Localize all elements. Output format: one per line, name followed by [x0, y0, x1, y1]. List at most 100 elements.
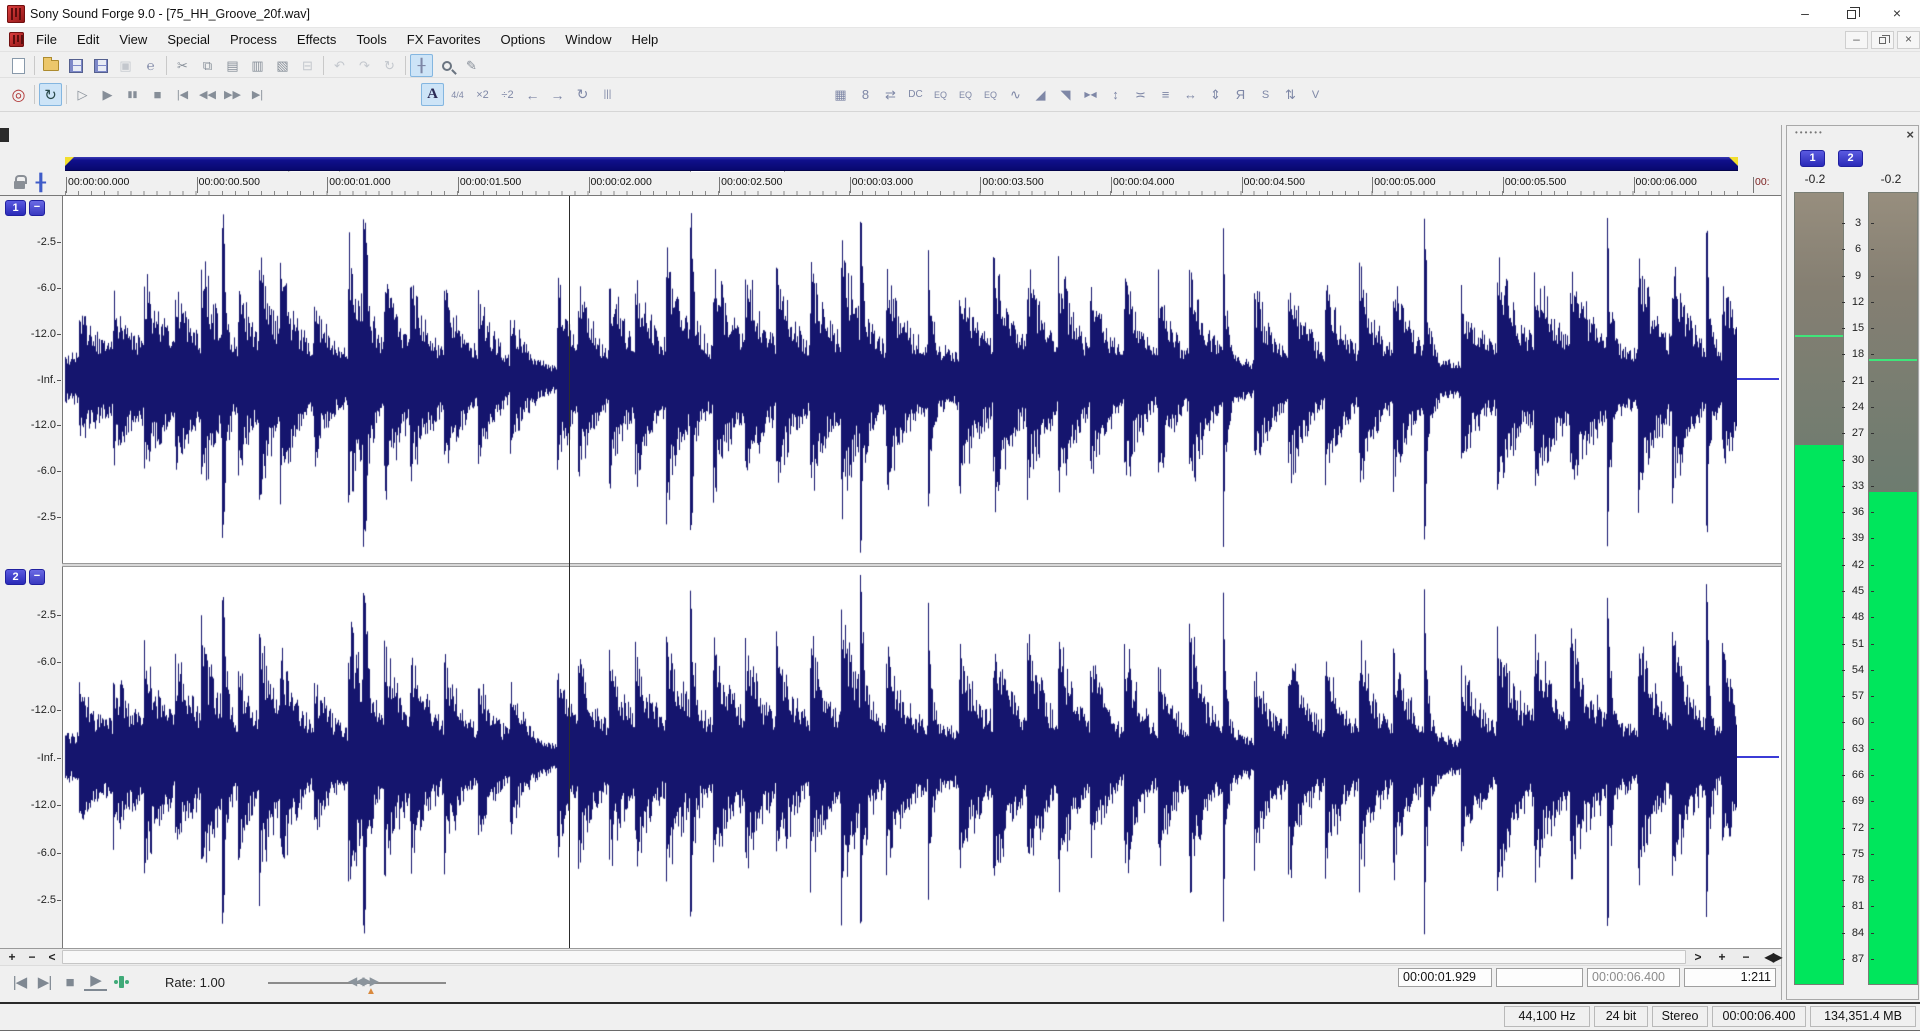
overview-end-marker-icon[interactable]	[1729, 157, 1738, 166]
bit-depth-field[interactable]: 24 bit	[1594, 1006, 1648, 1027]
cursor-position-box[interactable]: 00:00:01.929	[1398, 968, 1492, 987]
copy-button[interactable]: ⧉	[196, 54, 219, 77]
zoom-in-time-button[interactable]: +	[4, 950, 20, 965]
menu-edit[interactable]: Edit	[67, 28, 109, 52]
file-length-field[interactable]: 00:00:06.400	[1712, 1006, 1806, 1027]
channel-converter-button[interactable]: ⇄	[879, 83, 902, 106]
save-as-button[interactable]	[89, 54, 112, 77]
menu-fx-favorites[interactable]: FX Favorites	[397, 28, 491, 52]
edit-tempo-button[interactable]: 4/4	[446, 83, 469, 106]
waveform-channel-1[interactable]	[63, 196, 1737, 563]
menu-options[interactable]: Options	[490, 28, 555, 52]
pencil-tool-button[interactable]: ✎	[460, 54, 483, 77]
insert-silence-button[interactable]: ▶◀	[1079, 83, 1102, 106]
menu-view[interactable]: View	[109, 28, 157, 52]
mute-button[interactable]: ≍	[1129, 83, 1152, 106]
go-to-end-button[interactable]: ▶|	[246, 83, 269, 106]
eq-graphic-button[interactable]: EQ	[929, 83, 952, 106]
menu-file[interactable]: File	[26, 28, 67, 52]
play-button[interactable]: ▶	[96, 83, 119, 106]
publish-button[interactable]: ℮	[139, 54, 162, 77]
rotate-audio-button[interactable]: ↻	[571, 83, 594, 106]
play-all-button[interactable]: ▷	[71, 83, 94, 106]
channel-1-badge[interactable]: 1	[5, 200, 26, 216]
maximize-button[interactable]	[1828, 0, 1874, 28]
meter-channel-1-badge[interactable]: 1	[1800, 150, 1825, 167]
save-button[interactable]	[64, 54, 87, 77]
mdi-close-button[interactable]: ×	[1897, 31, 1920, 49]
meter-panel-grip[interactable]: ••••••	[1795, 128, 1824, 137]
rewind-button[interactable]: ◀◀	[196, 83, 219, 106]
resample-button[interactable]: ⇕	[1204, 83, 1227, 106]
level-meter-2[interactable]	[1868, 192, 1918, 985]
horizontal-scrollbar[interactable]: + − < > + − ◀▶	[0, 949, 1781, 966]
lock-icon[interactable]	[14, 181, 25, 189]
auto-trim-crop-button[interactable]: ▦	[829, 83, 852, 106]
paste-special-button[interactable]: ▥	[246, 54, 269, 77]
reverse-button[interactable]: Я	[1229, 83, 1252, 106]
shift-selection-right-button[interactable]: →	[546, 83, 569, 106]
fade-graphic-button[interactable]: ∿	[1004, 83, 1027, 106]
mdi-minimize-button[interactable]: –	[1845, 31, 1868, 49]
overview-start-marker-icon[interactable]	[65, 157, 74, 166]
paste-to-new-button[interactable]: ▧	[271, 54, 294, 77]
scrub-control-icon[interactable]	[110, 971, 133, 993]
meter-channel-2-badge[interactable]: 2	[1838, 150, 1863, 167]
selection-grid-lines-button[interactable]: |||	[596, 83, 619, 106]
scroll-right-button[interactable]: >	[1690, 950, 1706, 965]
repeat-button[interactable]: ↻	[378, 54, 401, 77]
edit-tool-selector-icon[interactable]: ╂	[36, 173, 46, 193]
channel-1-minimize-button[interactable]: −	[29, 200, 45, 216]
trim-crop-button[interactable]: ⊟	[296, 54, 319, 77]
acid-properties-button[interactable]: A	[421, 83, 444, 106]
mdi-restore-button[interactable]	[1871, 31, 1894, 49]
open-button[interactable]	[39, 54, 62, 77]
paste-button[interactable]: ▤	[221, 54, 244, 77]
halve-selection-button[interactable]: ÷2	[496, 83, 519, 106]
time-ruler[interactable]: 00:00:00.00000:00:00.50000:00:01.00000:0…	[0, 172, 1781, 196]
selection-start-box[interactable]	[1496, 968, 1583, 987]
menu-help[interactable]: Help	[622, 28, 669, 52]
waveform-channel-2[interactable]	[63, 567, 1737, 948]
go-to-start-button[interactable]: |◀	[171, 83, 194, 106]
scroll-left-button[interactable]: <	[44, 950, 60, 965]
playbar-play-button[interactable]: ▶	[84, 971, 107, 991]
redo-button[interactable]: ↷	[353, 54, 376, 77]
invert-flip-button[interactable]: ↕	[1104, 83, 1127, 106]
sample-rate-field[interactable]: 44,100 Hz	[1504, 1006, 1590, 1027]
selection-length-box[interactable]: 1:211	[1684, 968, 1776, 987]
shift-selection-left-button[interactable]: ←	[521, 83, 544, 106]
stop-button[interactable]: ■	[146, 83, 169, 106]
meter-panel-close-button[interactable]: ×	[1906, 127, 1914, 142]
loop-playback-button[interactable]: ↻	[39, 83, 62, 106]
smooth-enhance-button[interactable]: S	[1254, 83, 1277, 106]
zoom-out-button[interactable]: −	[1736, 950, 1756, 965]
channel-2-minimize-button[interactable]: −	[29, 569, 45, 585]
playbar-go-to-start-button[interactable]: |◀	[8, 971, 31, 993]
bit-depth-converter-button[interactable]: 8	[854, 83, 877, 106]
eq-paragraphic-button[interactable]: EQ	[954, 83, 977, 106]
record-button[interactable]: ◎	[7, 83, 30, 106]
document-icon[interactable]	[9, 32, 24, 47]
fade-out-button[interactable]: ◥	[1054, 83, 1077, 106]
level-meter-1[interactable]	[1794, 192, 1844, 985]
magnify-tool-button[interactable]	[435, 54, 458, 77]
scrollbar-thumb[interactable]	[62, 950, 1686, 964]
channel-mode-field[interactable]: Stereo	[1652, 1006, 1708, 1027]
zoom-in-button[interactable]: +	[1712, 950, 1732, 965]
menu-process[interactable]: Process	[220, 28, 287, 52]
menu-effects[interactable]: Effects	[287, 28, 347, 52]
normalize-button[interactable]: ≡	[1154, 83, 1177, 106]
playbar-go-to-end-button[interactable]: ▶|	[33, 971, 56, 993]
double-selection-button[interactable]: ×2	[471, 83, 494, 106]
edit-tool-button[interactable]: ╂	[410, 54, 433, 77]
overview-bar[interactable]	[65, 157, 1738, 171]
channel-2-badge[interactable]: 2	[5, 569, 26, 585]
fade-in-button[interactable]: ◢	[1029, 83, 1052, 106]
eq-parametric-button[interactable]: EQ	[979, 83, 1002, 106]
dc-offset-button[interactable]: DC	[904, 83, 927, 106]
close-button[interactable]: ×	[1874, 0, 1920, 28]
forward-button[interactable]: ▶▶	[221, 83, 244, 106]
playbar-stop-button[interactable]: ■	[58, 971, 81, 993]
title-bar[interactable]: Sony Sound Forge 9.0 - [75_HH_Groove_20f…	[0, 0, 1920, 28]
